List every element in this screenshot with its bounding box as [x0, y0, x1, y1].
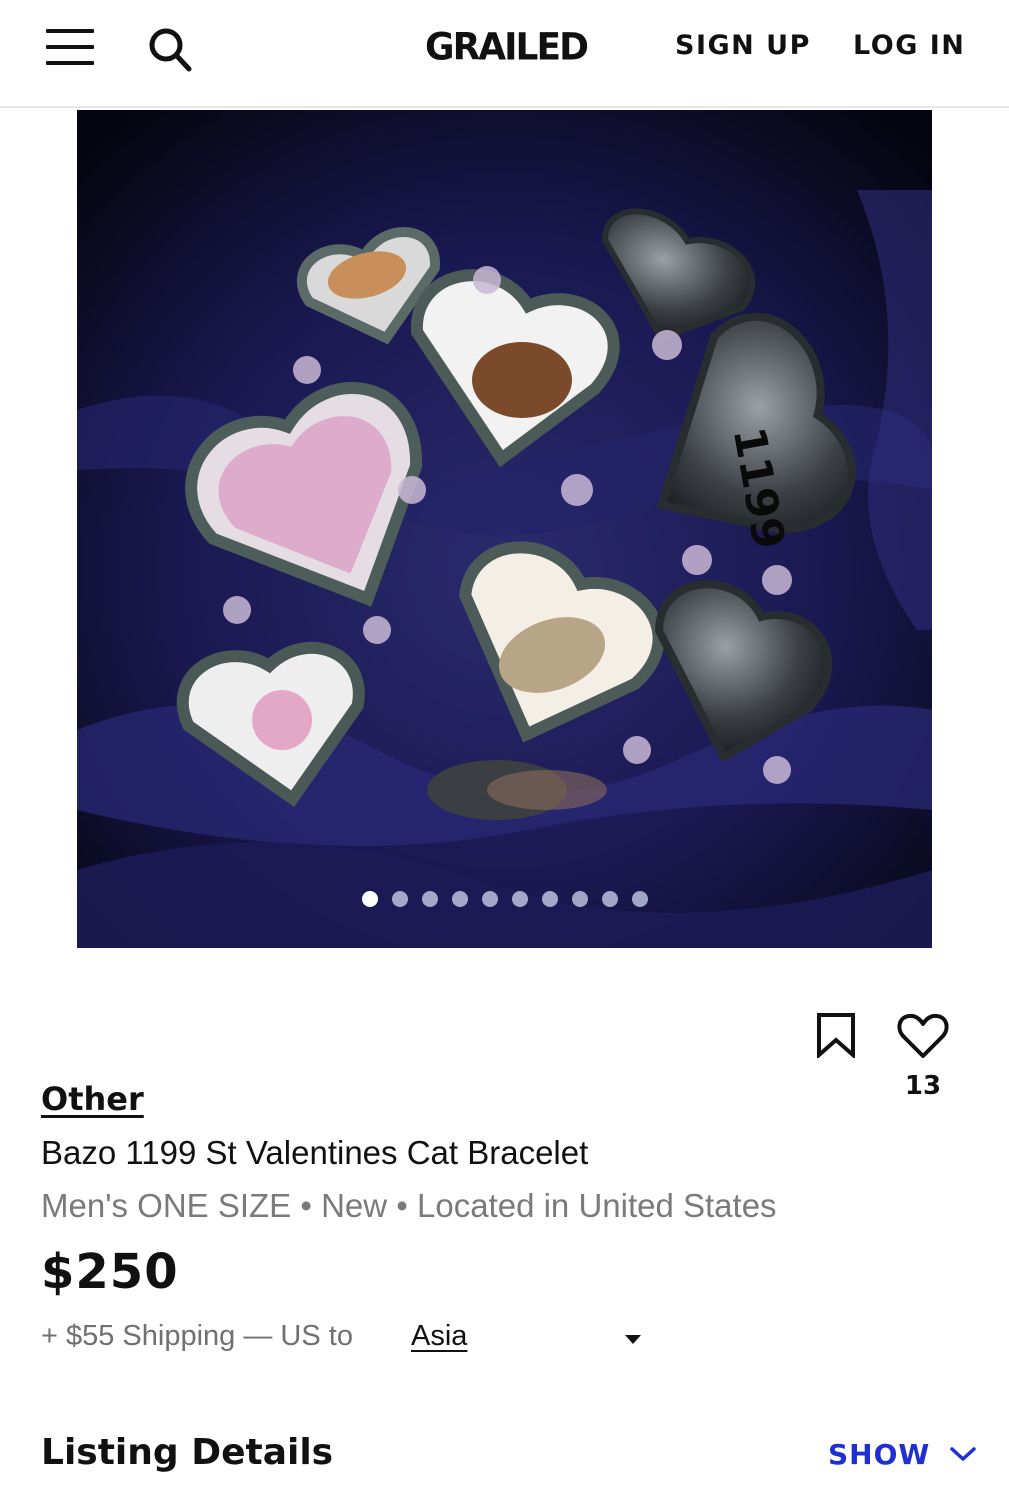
listing-details-heading: Listing Details: [41, 1432, 334, 1473]
listing-meta: Men's ONE SIZE • New • Located in United…: [41, 1187, 777, 1224]
carousel-dot[interactable]: [511, 891, 528, 907]
product-image-carousel[interactable]: 1199: [77, 110, 932, 948]
carousel-dot[interactable]: [391, 891, 408, 907]
shipping-info: + $55 Shipping — US to: [41, 1320, 353, 1352]
shipping-region-select[interactable]: Asia: [411, 1320, 467, 1353]
carousel-dot[interactable]: [571, 891, 588, 907]
carousel-dot[interactable]: [421, 891, 438, 907]
carousel-pagination: [77, 891, 932, 907]
favorites-count: 13: [904, 1071, 942, 1101]
menu-icon-bar: [46, 29, 94, 33]
login-link[interactable]: LOG IN: [853, 30, 965, 61]
menu-icon-bar: [46, 45, 94, 49]
caret-down-icon[interactable]: [625, 1335, 641, 1344]
carousel-dot[interactable]: [601, 891, 618, 907]
carousel-dot[interactable]: [361, 891, 378, 907]
listing-price: $250: [41, 1244, 179, 1300]
search-icon[interactable]: [144, 24, 196, 76]
carousel-dot[interactable]: [451, 891, 468, 907]
bookmark-icon[interactable]: [815, 1012, 857, 1058]
brand-link[interactable]: Other: [41, 1080, 144, 1118]
menu-icon[interactable]: [46, 27, 94, 67]
carousel-dot[interactable]: [631, 891, 648, 907]
heart-icon[interactable]: [896, 1012, 950, 1060]
site-logo[interactable]: GRAILED: [414, 25, 598, 71]
chevron-down-icon: [950, 1447, 977, 1461]
carousel-dot[interactable]: [541, 891, 558, 907]
listing-title: Bazo 1199 St Valentines Cat Bracelet: [41, 1134, 589, 1171]
top-nav: GRAILED SIGN UP LOG IN: [0, 0, 1009, 108]
carousel-dot[interactable]: [481, 891, 498, 907]
product-photo: 1199: [77, 110, 932, 948]
show-label: SHOW: [828, 1437, 931, 1471]
menu-icon-bar: [46, 61, 94, 65]
signup-link[interactable]: SIGN UP: [675, 30, 811, 61]
listing-details-toggle[interactable]: SHOW: [828, 1434, 978, 1474]
